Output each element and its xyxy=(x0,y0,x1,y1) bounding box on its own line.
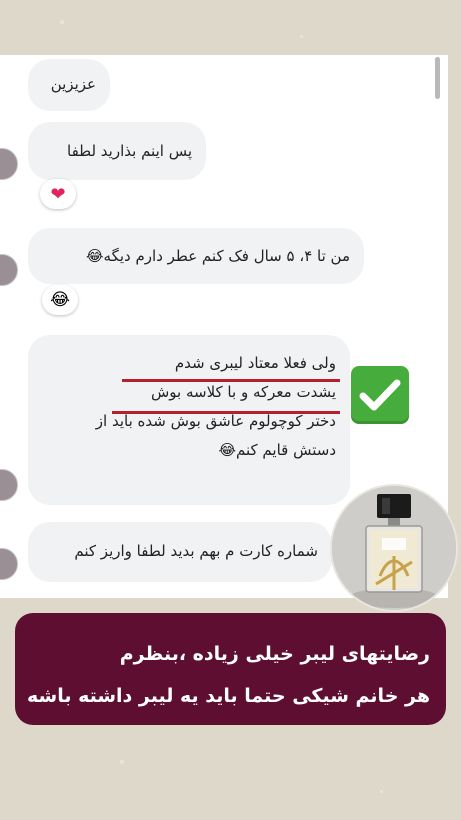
perfume-bottle-icon xyxy=(330,484,458,612)
message-bubble: عزیزین xyxy=(28,59,110,111)
caption-banner: رضایتهای لیبر خیلی زیاده ،بنظرم هر خانم … xyxy=(15,613,446,725)
avatar[interactable] xyxy=(0,548,18,580)
scrollbar-thumb[interactable] xyxy=(435,57,440,99)
message-text: من تا ۴، ۵ سال فک کنم عطر دارم دیگه😂 xyxy=(86,247,350,265)
highlight-underline xyxy=(112,411,340,414)
laugh-icon: 😂 xyxy=(50,290,70,310)
heart-icon: ❤ xyxy=(50,183,66,205)
reaction-chip[interactable]: ❤ xyxy=(40,179,76,209)
message-text: شماره کارت م بهم بدید لطفا واریز کنم xyxy=(74,542,318,560)
banner-line-2: هر خانم شیکی حتما باید یه لیبر داشته باش… xyxy=(26,685,430,707)
reaction-chip[interactable]: 😂 xyxy=(42,285,78,315)
message-bubble: پس اینم بذارید لطفا xyxy=(28,122,206,180)
avatar[interactable] xyxy=(0,148,18,180)
message-line: ولی فعلا معتاد لیبری شدم xyxy=(174,354,336,372)
background-speck xyxy=(120,760,124,764)
message-bubble: ولی فعلا معتاد لیبری شدم یشدت معرکه و با… xyxy=(28,335,350,505)
avatar[interactable] xyxy=(0,469,18,501)
banner-line-1: رضایتهای لیبر خیلی زیاده ،بنظرم xyxy=(119,643,430,665)
background-speck xyxy=(60,20,64,24)
highlight-underline xyxy=(122,379,340,382)
background-speck xyxy=(380,790,383,793)
message-line: دستش قایم کنم😂 xyxy=(218,441,336,459)
avatar[interactable] xyxy=(0,254,18,286)
background-speck xyxy=(300,35,303,38)
message-text: عزیزین xyxy=(50,75,96,93)
message-line: یشدت معرکه و با کلاسه بوش xyxy=(150,383,336,401)
message-text: پس اینم بذارید لطفا xyxy=(67,142,192,160)
message-bubble: شماره کارت م بهم بدید لطفا واریز کنم xyxy=(28,522,332,582)
message-bubble: من تا ۴، ۵ سال فک کنم عطر دارم دیگه😂 xyxy=(28,228,364,284)
check-mark-icon xyxy=(351,366,409,424)
